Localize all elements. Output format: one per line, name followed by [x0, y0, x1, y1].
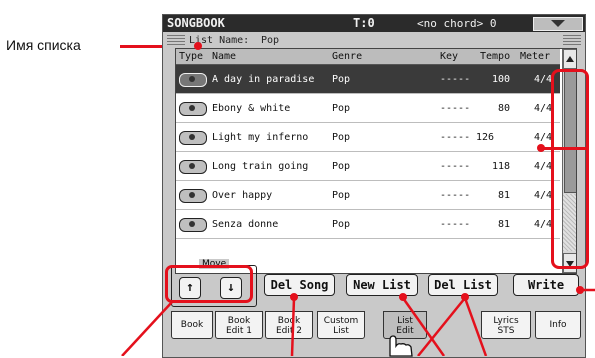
annotation-line — [417, 297, 466, 356]
annotation-line — [463, 297, 488, 356]
annotation-lines — [121, 288, 595, 356]
pointing-hand-icon — [389, 335, 413, 357]
annotation-line — [121, 301, 173, 356]
annotation-line — [290, 297, 296, 356]
